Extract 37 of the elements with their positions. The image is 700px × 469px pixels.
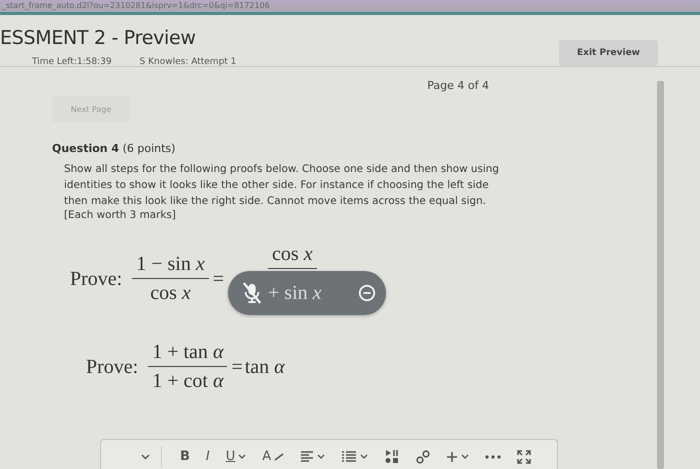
plus-icon [446, 450, 458, 462]
fraction-numerator: 1 + tan α [148, 341, 228, 367]
time-left: Time Left:1:58:39 [32, 57, 112, 67]
fraction-numerator: cos x [268, 243, 317, 269]
format-button[interactable]: B [174, 446, 196, 468]
page-indicator: Page 4 of 4 [427, 79, 489, 92]
muted-microphone-icon[interactable] [242, 281, 262, 305]
question-instructions: Show all steps for the following proofs below. Choose one side and then show using identities to show it looks like the other side. For instance if choosing the left side then make this look like the right side. Cannot move items across the equal sign. [64, 162, 500, 209]
page-title: ESSMENT 2 - Preview [0, 27, 197, 49]
prove-label: Prove: [86, 356, 138, 378]
fraction-denominator: 1 + cot α [151, 369, 225, 393]
math-expression: tan α [244, 356, 285, 378]
align-icon [300, 450, 314, 463]
fullscreen-icon [517, 450, 532, 464]
attempt-label: S Knowles: Attempt 1 [140, 57, 236, 67]
marks-note: [Each worth 3 marks] [64, 209, 177, 221]
fraction-numerator: 1 − sin x [132, 253, 209, 279]
caret-icon [141, 454, 150, 460]
exit-preview-button[interactable]: Exit Preview [559, 40, 658, 66]
more-icon [485, 454, 502, 458]
address-text: _start_frame_auto.d2l?ou=2310281&isprv=1&drc=0&qi=8172106 [0, 0, 700, 15]
question-title: Question 4 [52, 142, 120, 155]
clear-format-icon [274, 452, 284, 460]
link-icon [416, 450, 430, 464]
scrollbar[interactable] [657, 81, 664, 469]
clear-format-button[interactable]: A [256, 446, 290, 468]
question-points: (6 points) [122, 142, 176, 155]
equals-sign: = [212, 268, 224, 290]
format-button[interactable]: U [220, 446, 252, 468]
media-icon [384, 449, 400, 464]
minus-circle-icon[interactable] [358, 284, 376, 302]
fraction-denominator: + sin x [268, 282, 323, 304]
prove-label: Prove: [70, 268, 122, 290]
equals-sign: = [231, 356, 243, 378]
format-button[interactable]: I [200, 446, 216, 468]
fraction-denominator: cos x [149, 281, 192, 305]
list-icon [341, 450, 358, 463]
